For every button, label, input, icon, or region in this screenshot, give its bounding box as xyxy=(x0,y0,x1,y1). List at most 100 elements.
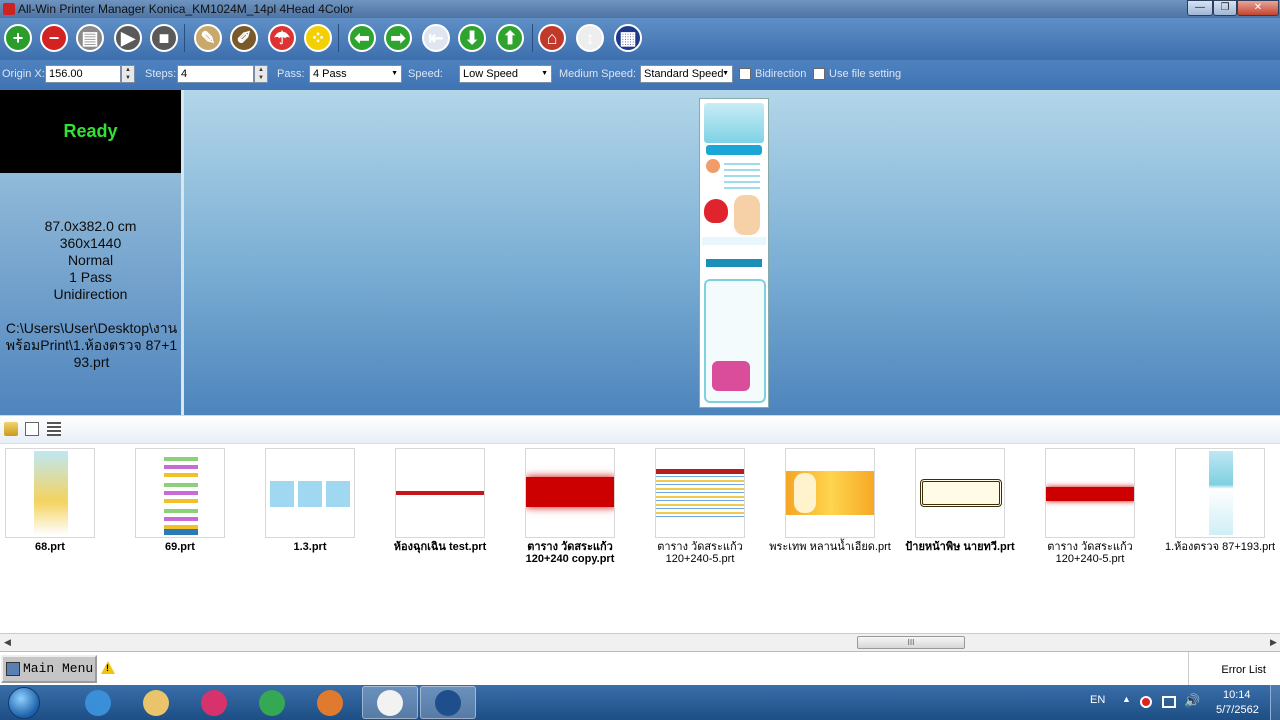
list-view-icon[interactable] xyxy=(47,422,61,436)
tray-expand-icon[interactable]: ▲ xyxy=(1122,694,1131,704)
job-details: 87.0x382.0 cm 360x1440 Normal 1 Pass Uni… xyxy=(0,218,181,303)
spray-button[interactable]: ☂ xyxy=(266,22,298,54)
medium-speed-select[interactable]: Standard Speed ▼ xyxy=(640,65,733,83)
file-thumbnail[interactable] xyxy=(525,448,615,538)
file-thumbnail[interactable] xyxy=(785,448,875,538)
medium-speed-label: Medium Speed: xyxy=(559,68,637,80)
file-item[interactable]: 69.prt xyxy=(115,448,245,553)
settings-button[interactable]: ▦ xyxy=(612,22,644,54)
taskbar-app[interactable] xyxy=(302,686,358,719)
network-icon[interactable] xyxy=(1162,696,1176,708)
file-item[interactable]: 1.3.prt xyxy=(245,448,375,553)
arrow-down-icon: ⬇ xyxy=(458,24,486,52)
warning-icon[interactable]: ! xyxy=(101,661,115,674)
error-list-button[interactable]: Error List xyxy=(1188,652,1280,686)
bidirection-checkbox[interactable] xyxy=(739,68,751,80)
taskbar-app[interactable] xyxy=(244,686,300,719)
measure-button[interactable]: ↕ xyxy=(574,22,606,54)
file-item[interactable]: ตาราง วัดสระแก้ว 120+240-5.prt xyxy=(1025,448,1155,565)
clock-time[interactable]: 10:14 xyxy=(1223,689,1251,701)
job-file-path: C:\Users\User\Desktop\งานพร้อมPrint\1.ห้… xyxy=(5,320,178,370)
pp-icon xyxy=(435,689,461,716)
origin-button[interactable]: ⇤ xyxy=(420,22,452,54)
language-indicator[interactable]: EN xyxy=(1090,694,1105,706)
toolbar-separator xyxy=(184,24,185,52)
clean-button[interactable]: ✎ xyxy=(192,22,224,54)
scroll-right-icon[interactable]: ▶ xyxy=(1270,637,1277,648)
chevron-down-icon: ▼ xyxy=(722,70,729,77)
refresh-icon[interactable] xyxy=(25,422,39,436)
file-thumbnail[interactable] xyxy=(1045,448,1135,538)
remove-button[interactable]: − xyxy=(38,22,70,54)
chrome-icon xyxy=(259,689,285,716)
print-preview-area[interactable]: ↖ xyxy=(184,90,1280,426)
file-name: 1.ห้องตรวจ 87+193.prt xyxy=(1164,541,1276,553)
origin-icon: ⇤ xyxy=(422,24,450,52)
move-right-button[interactable]: ➡ xyxy=(382,22,414,54)
play-button[interactable]: ▶ xyxy=(112,22,144,54)
taskbar-app[interactable] xyxy=(362,686,418,719)
file-item[interactable]: ห้องฉุกเฉิน test.prt xyxy=(375,448,505,553)
printer-icon: ▤ xyxy=(76,24,104,52)
minimize-button[interactable]: — xyxy=(1187,0,1213,16)
color-button[interactable]: ⁘ xyxy=(302,22,334,54)
job-size: 87.0x382.0 cm xyxy=(44,218,137,234)
app-icon xyxy=(3,3,15,15)
file-thumbnail[interactable] xyxy=(395,448,485,538)
start-button[interactable] xyxy=(2,685,46,720)
steps-label: Steps: xyxy=(145,68,177,80)
use-file-setting-checkbox[interactable] xyxy=(813,68,825,80)
stop-icon: ■ xyxy=(150,24,178,52)
medium-speed-select-value: Standard Speed xyxy=(644,68,724,80)
file-thumbnail[interactable] xyxy=(655,448,745,538)
stop-button[interactable]: ■ xyxy=(148,22,180,54)
file-thumbnail[interactable] xyxy=(135,448,225,538)
maximize-button[interactable]: ❐ xyxy=(1213,0,1237,16)
volume-icon[interactable]: 🔊 xyxy=(1184,693,1200,709)
move-left-button[interactable]: ⬅ xyxy=(346,22,378,54)
main-menu-label: Main Menu xyxy=(23,661,94,676)
move-down-button[interactable]: ⬇ xyxy=(456,22,488,54)
taskbar-app[interactable] xyxy=(128,686,184,719)
main-menu-button[interactable]: Main Menu xyxy=(1,655,97,683)
clock-date[interactable]: 5/7/2562 xyxy=(1216,704,1259,716)
parameter-bar: Origin X: 156.00 ▲ ▼ Steps: 4 ▲ ▼ Pass: 4 … xyxy=(0,60,1280,90)
taskbar-app[interactable] xyxy=(420,686,476,719)
file-thumbnail[interactable] xyxy=(915,448,1005,538)
file-item[interactable]: พระเทพ หลานน้ำเอียด.prt xyxy=(765,448,895,553)
move-up-button[interactable]: ⬆ xyxy=(494,22,526,54)
scrollbar-thumb[interactable]: III xyxy=(857,636,965,649)
print-preview-image[interactable] xyxy=(699,98,769,408)
pass-select[interactable]: 4 Pass ▼ xyxy=(309,65,402,83)
brush-button[interactable]: ✐ xyxy=(228,22,260,54)
close-button[interactable]: ✕ xyxy=(1237,0,1279,16)
open-folder-icon[interactable] xyxy=(4,422,18,436)
file-item[interactable]: ตาราง วัดสระแก้ว 120+240 copy.prt xyxy=(505,448,635,565)
toolbar-separator xyxy=(338,24,339,52)
taskbar-app[interactable] xyxy=(186,686,242,719)
bidirection-label: Bidirection xyxy=(755,68,807,80)
file-item[interactable]: ป้ายหน้าพิษ นายทวี.prt xyxy=(895,448,1025,553)
file-thumbnail[interactable] xyxy=(1175,448,1265,538)
speed-select[interactable]: Low Speed ▼ xyxy=(459,65,552,83)
printer-button[interactable]: ▤ xyxy=(74,22,106,54)
file-item[interactable]: 68.prt xyxy=(0,448,115,553)
file-thumbnail[interactable] xyxy=(265,448,355,538)
taskbar-app[interactable] xyxy=(70,686,126,719)
horizontal-scrollbar[interactable]: ◀ III ▶ xyxy=(0,633,1280,651)
home-button[interactable]: ⌂ xyxy=(536,22,568,54)
record-icon[interactable] xyxy=(1140,696,1152,708)
steps-spinner[interactable]: ▲ ▼ xyxy=(254,65,268,83)
steps-input[interactable]: 4 xyxy=(177,65,254,83)
file-item[interactable]: ตาราง วัดสระแก้ว 120+240-5.prt xyxy=(635,448,765,565)
file-item[interactable]: 1.ห้องตรวจ 87+193.prt xyxy=(1155,448,1280,553)
origin-x-input[interactable]: 156.00 xyxy=(45,65,121,83)
file-thumbnail[interactable] xyxy=(5,448,95,538)
status-bar: Main Menu ! Error List xyxy=(0,651,1280,686)
add-button[interactable]: + xyxy=(2,22,34,54)
measure-icon: ↕ xyxy=(576,24,604,52)
origin-x-spinner[interactable]: ▲ ▼ xyxy=(121,65,135,83)
show-desktop-button[interactable] xyxy=(1270,685,1280,720)
file-name: พระเทพ หลานน้ำเอียด.prt xyxy=(769,541,891,553)
scroll-left-icon[interactable]: ◀ xyxy=(4,637,11,648)
